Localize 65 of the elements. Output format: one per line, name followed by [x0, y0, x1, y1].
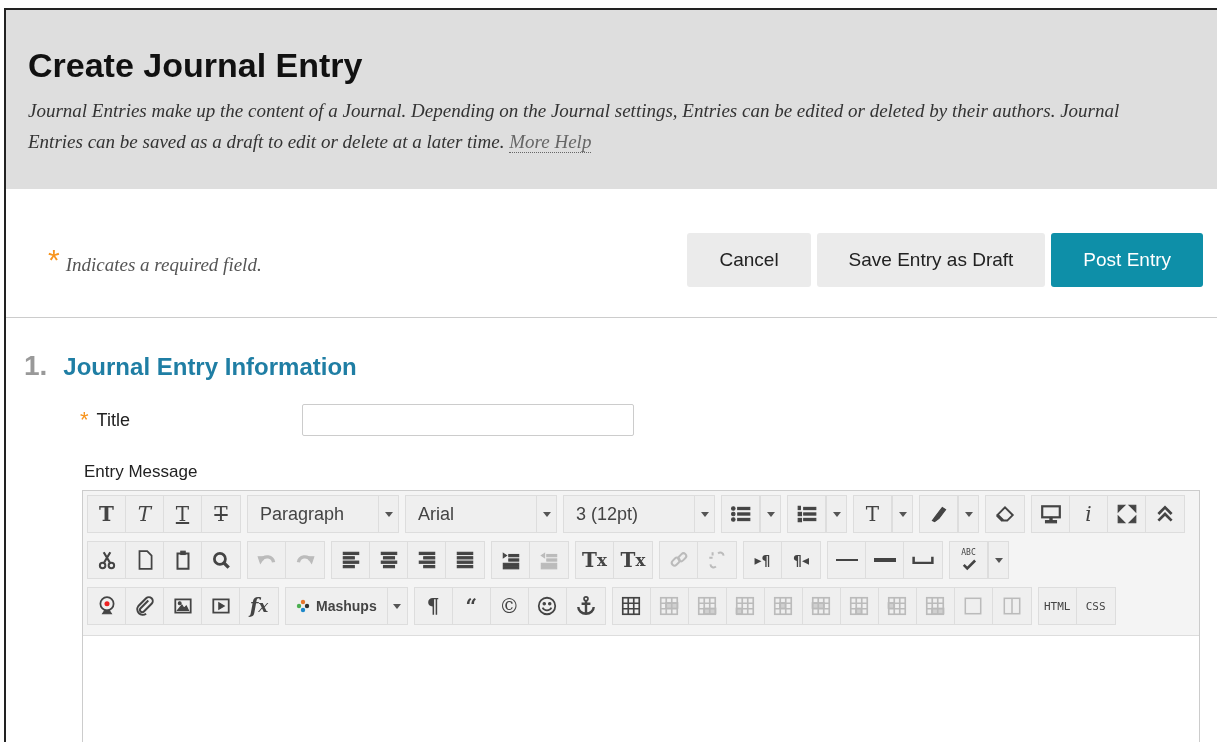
toolbar-button[interactable]: T [88, 496, 126, 532]
toolbar-button[interactable]: T [202, 496, 240, 532]
title-input[interactable] [302, 404, 634, 436]
fullscreen-icon [1115, 503, 1138, 525]
table-column-icon [734, 595, 757, 617]
toolbar-button[interactable]: ABC [950, 542, 988, 578]
search-icon [210, 549, 232, 571]
page-description: Journal Entries make up the content of a Journal. Depending on the Journal settings, Entries can be edited or deleted by their authors. Journal Entries can be saved as a draft to edit or delete at a later time. More Help [28, 99, 1121, 155]
spellcheck-label: ABC [961, 549, 976, 557]
toolbar-button[interactable]: © [490, 588, 529, 624]
toolbar-button[interactable]: T [854, 496, 892, 532]
required-note: Indicates a required field. [65, 254, 262, 276]
caret-icon [898, 511, 907, 517]
dropdown[interactable]: Arial [406, 496, 536, 532]
toolbar-button[interactable]: i [1070, 496, 1108, 532]
toolbar-button[interactable]: HTML [1038, 588, 1077, 624]
field-label: Entry Message [83, 461, 199, 483]
action-button[interactable]: Cancel [687, 233, 811, 287]
table-row-icon [658, 595, 681, 617]
caret-icon [542, 511, 551, 517]
table-row-icon [810, 595, 833, 617]
horizontal-line-icon [835, 559, 858, 561]
caret-icon [832, 511, 841, 517]
space-icon [912, 555, 934, 565]
toolbar-button[interactable]: “ [452, 588, 491, 624]
table-column-icon [772, 595, 795, 617]
toolbar-button[interactable]: ▸¶ [744, 542, 782, 578]
toolbar-button[interactable]: T [164, 496, 202, 532]
justify-icon [454, 549, 476, 571]
bullet-list-icon [729, 503, 752, 525]
table-row-icon [696, 595, 719, 617]
caret-icon [766, 511, 775, 517]
table-column-icon [886, 595, 909, 617]
thick-line-icon [873, 557, 896, 563]
dropdown[interactable]: Paragraph [248, 496, 378, 532]
page-title: Create Journal Entry [28, 46, 364, 85]
smiley-icon [536, 595, 559, 617]
required-asterisk: * [48, 245, 60, 275]
dropdown[interactable]: Mashups [286, 588, 387, 624]
action-button[interactable]: Save Entry as Draft [816, 233, 1046, 287]
paperclip-icon [133, 595, 156, 617]
required-asterisk: * [80, 409, 89, 431]
anchor-icon [574, 595, 597, 617]
caret-icon [384, 511, 393, 517]
caret-icon [994, 557, 1003, 563]
caret-icon [964, 511, 973, 517]
table-cell-icon [924, 595, 947, 617]
toolbar-button[interactable]: T [126, 496, 164, 532]
toolbar-button[interactable]: ¶ [414, 588, 453, 624]
table-icon [620, 595, 643, 617]
toolbar-button[interactable]: CSS [1076, 588, 1115, 624]
submit-button[interactable]: Post Entry [1051, 233, 1203, 287]
help-link[interactable]: More Help [509, 131, 592, 153]
section-number: 1. [24, 350, 48, 382]
field-label: Title [96, 409, 130, 431]
caret-icon [700, 511, 709, 517]
dropdown[interactable]: 3 (12pt) [564, 496, 694, 532]
caret-icon [393, 603, 402, 609]
monitor-icon [1039, 503, 1062, 525]
numbered-list-icon [795, 503, 818, 525]
eraser-icon [994, 503, 1016, 525]
section-title: Journal Entry Information [63, 353, 357, 381]
table-column-icon [848, 595, 871, 617]
toolbar-button[interactable]: ¶◂ [782, 542, 820, 578]
dots-icon [296, 599, 310, 613]
